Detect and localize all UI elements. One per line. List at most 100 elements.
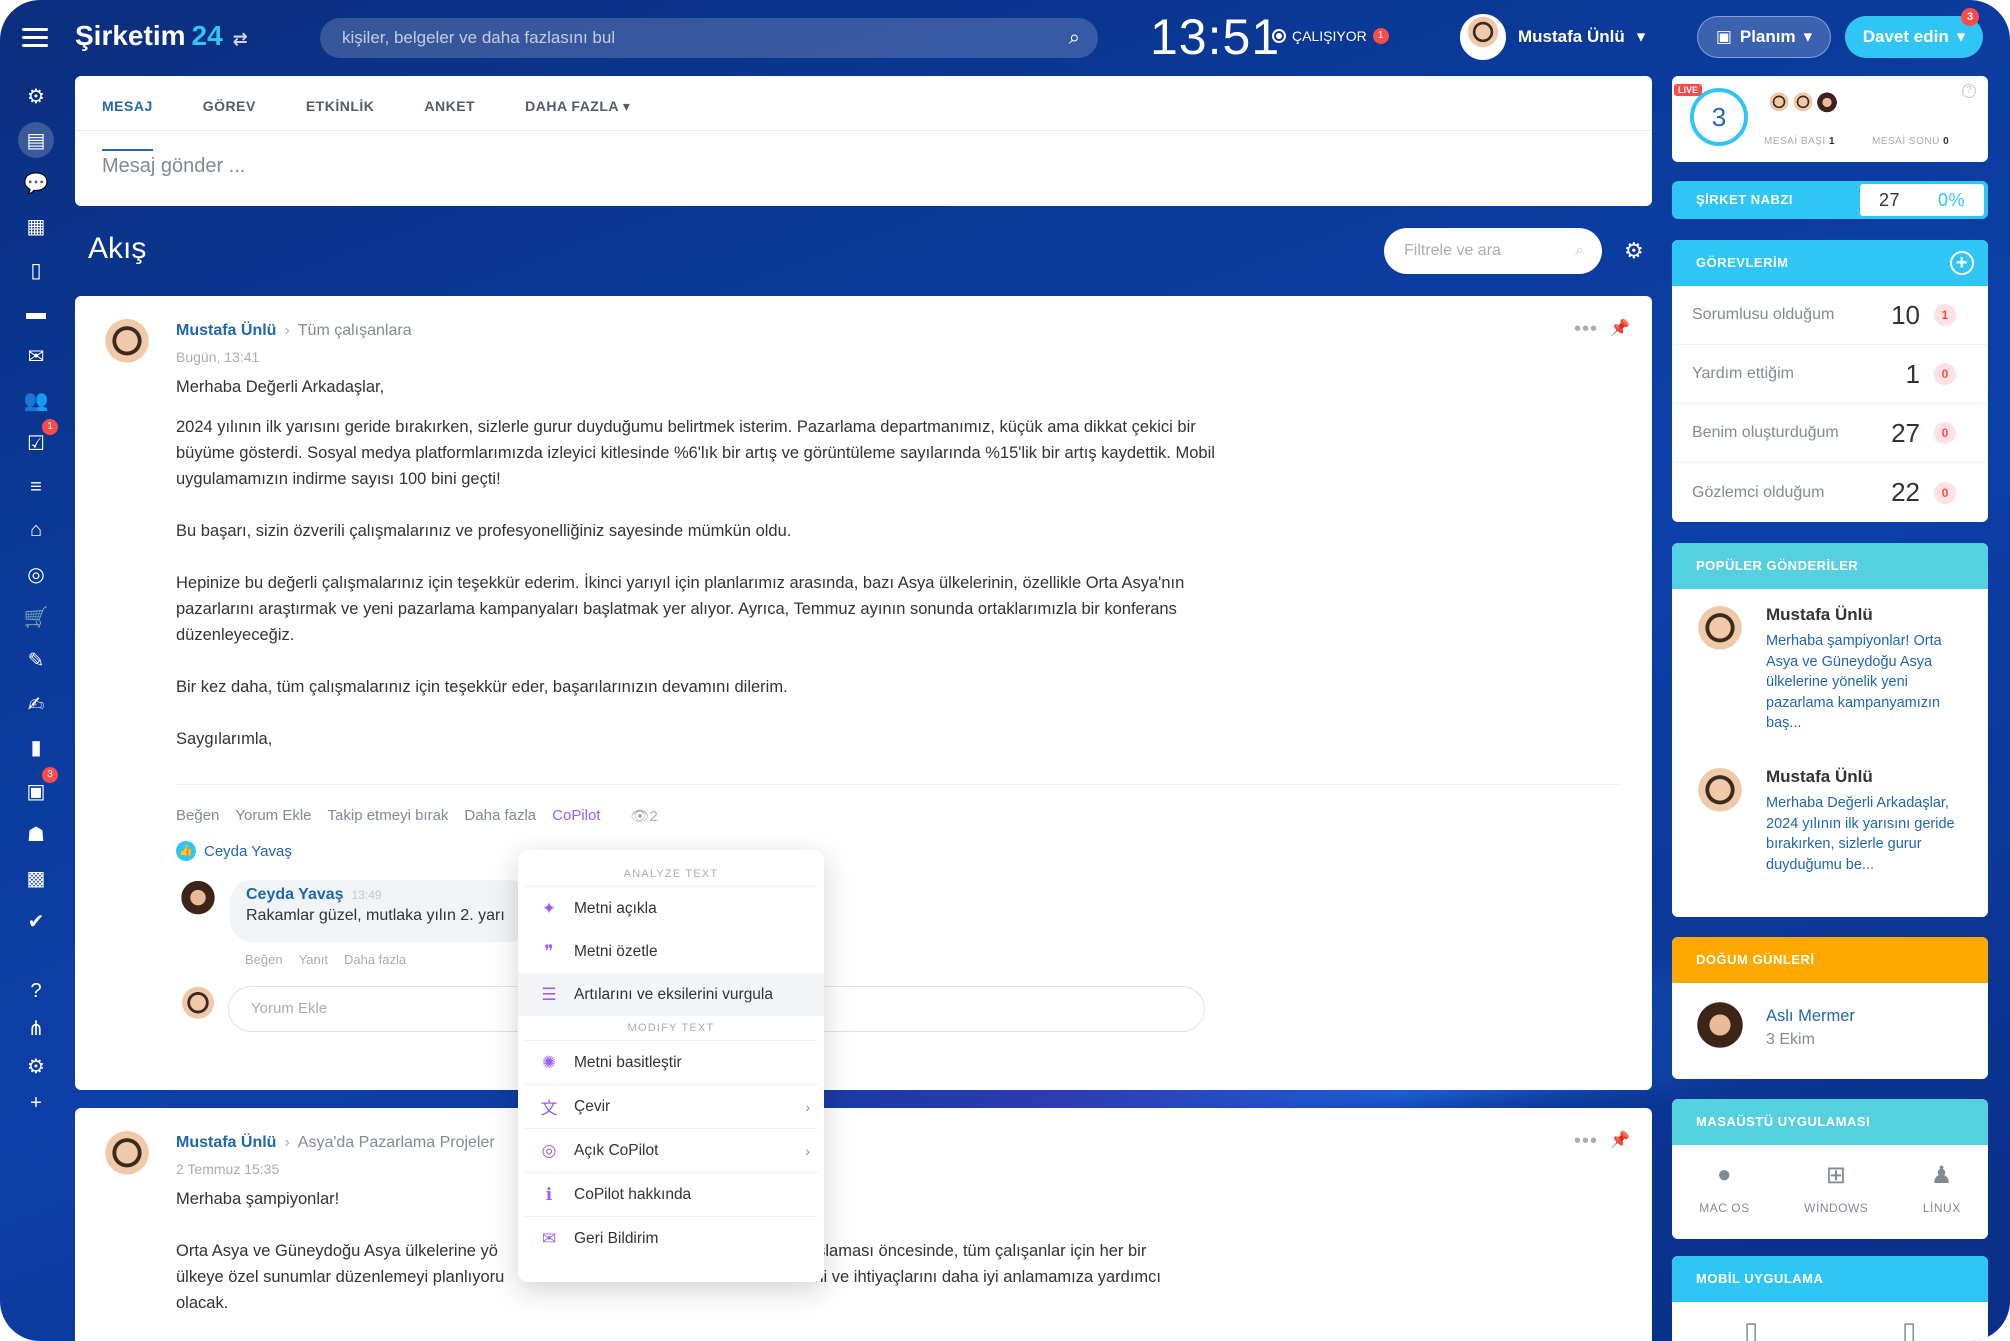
menu-icon[interactable] xyxy=(22,28,48,48)
menu-item-summarize[interactable]: ❞ Metni özetle xyxy=(518,930,824,973)
menu-item-simplify[interactable]: ✺ Metni basitleştir xyxy=(518,1041,824,1084)
birthday-name[interactable]: Aslı Mermer xyxy=(1766,1007,1855,1026)
hierarchy-icon[interactable]: ⋔ xyxy=(18,1010,54,1046)
swap-icon[interactable]: ⇄ xyxy=(233,29,248,49)
settings-icon[interactable]: ⚙ xyxy=(18,1048,54,1084)
sitemap-icon[interactable]: ⚙ xyxy=(18,78,54,114)
pin-icon[interactable]: 📌 xyxy=(1610,318,1630,338)
drive-icon[interactable]: ▬ xyxy=(18,295,54,331)
add-icon[interactable]: + xyxy=(18,1085,54,1121)
pin-icon[interactable]: 📌 xyxy=(1610,1130,1630,1150)
author-name[interactable]: Mustafa Ünlü xyxy=(176,1134,276,1151)
os-label: MAC OS xyxy=(1699,1201,1750,1215)
tasks-icon[interactable]: ☑ 1 xyxy=(18,419,58,461)
tab-task[interactable]: GÖREV xyxy=(203,98,256,130)
chat-icon[interactable]: 💬 xyxy=(18,165,54,201)
copilot-button[interactable]: CoPilot xyxy=(552,807,600,825)
message-input[interactable]: Mesaj gönder ... xyxy=(75,131,1652,202)
menu-item-about[interactable]: ℹ CoPilot hakkında xyxy=(518,1173,824,1216)
more-button[interactable]: Daha fazla xyxy=(464,807,536,825)
post-header: Mustafa Ünlü › Tüm çalışanlara xyxy=(176,322,412,340)
work-status[interactable]: ÇALIŞIYOR 1 xyxy=(1272,28,1389,44)
tab-event[interactable]: ETKİNLİK xyxy=(306,98,375,130)
tab-message[interactable]: MESAJ xyxy=(102,98,153,151)
android-app-icon[interactable]: ▯ xyxy=(1902,1316,1916,1341)
comment-more-button[interactable]: Daha fazla xyxy=(344,952,406,967)
task-badge: 0 xyxy=(1934,422,1956,444)
groups-icon[interactable]: 👥 xyxy=(18,382,54,418)
help-icon[interactable]: ? xyxy=(18,973,54,1009)
tab-poll[interactable]: ANKET xyxy=(424,98,475,130)
popular-post[interactable]: Mustafa Ünlü Merhaba Değerli Arkadaşlar,… xyxy=(1672,751,1988,913)
like-button[interactable]: Beğen xyxy=(176,807,219,825)
comment-reply-button[interactable]: Yanıt xyxy=(299,952,328,967)
post-destination[interactable]: Tüm çalışanlara xyxy=(298,322,412,339)
task-row[interactable]: Sorumlusu olduğum 10 1 xyxy=(1672,286,1988,345)
commenter-avatar[interactable] xyxy=(176,880,220,924)
live-widget[interactable]: LIVE 3 MESAİ BAŞI 1 MESAİ SONU 0 ? xyxy=(1672,76,1988,162)
company-icon[interactable]: ⌂ xyxy=(18,512,54,548)
mail-icon[interactable]: ✉ xyxy=(18,338,54,374)
comment-like-button[interactable]: Beğen xyxy=(245,952,283,967)
search-icon[interactable]: ⌕ xyxy=(1069,18,1080,58)
likes-summary[interactable]: 👍 Ceyda Yavaş xyxy=(176,841,292,861)
sign-icon[interactable]: ✍ xyxy=(18,686,54,722)
company-pulse[interactable]: ŞİRKET NABZI 27 0% xyxy=(1672,181,1988,219)
target-icon[interactable]: ◎ xyxy=(18,556,54,592)
author-name[interactable]: Mustafa Ünlü xyxy=(176,322,276,339)
task-row[interactable]: Yardım ettiğim 1 0 xyxy=(1672,345,1988,404)
document-icon[interactable]: ▯ xyxy=(18,252,54,288)
add-comment-button[interactable]: Yorum Ekle xyxy=(235,807,311,825)
popular-text[interactable]: Merhaba Değerli Arkadaşlar, 2024 yılının… xyxy=(1766,793,1972,875)
tab-more[interactable]: DAHA FAZLA ▾ xyxy=(525,98,630,130)
more-icon[interactable]: ••• xyxy=(1574,318,1598,341)
search-input[interactable]: kişiler, belgeler ve daha fazlasını bul … xyxy=(320,18,1098,58)
post-paragraph: Bu başarı, sizin özverili çalışmalarınız… xyxy=(176,522,792,540)
popular-post[interactable]: Mustafa Ünlü Merhaba şampiyonlar! Orta A… xyxy=(1672,589,1988,751)
box-icon[interactable]: ▩ xyxy=(18,860,54,896)
feed-icon[interactable]: ▤ xyxy=(18,122,54,158)
more-icon[interactable]: ••• xyxy=(1574,1130,1598,1153)
shift-end-label: MESAİ SONU 0 xyxy=(1872,136,1949,147)
edit-icon[interactable]: ✎ xyxy=(18,642,54,678)
divider xyxy=(176,784,1622,785)
check-circle-icon[interactable]: ✔ xyxy=(18,903,54,939)
plan-button[interactable]: ▣ Planım ▾ xyxy=(1697,16,1831,58)
menu-item-translate[interactable]: 文 Çevir › xyxy=(518,1085,824,1128)
analytics-icon[interactable]: ▮ xyxy=(18,729,54,765)
label-text: MESAİ BAŞI xyxy=(1764,136,1826,147)
calendar-icon[interactable]: ▦ xyxy=(18,208,54,244)
author-avatar[interactable] xyxy=(97,318,157,378)
cart-icon[interactable]: 🛒 xyxy=(18,599,54,635)
linux-download[interactable]: ♟ LİNUX xyxy=(1923,1161,1961,1215)
add-task-icon[interactable]: + xyxy=(1950,251,1974,275)
menu-item-explain[interactable]: ✦ Metni açıkla xyxy=(518,887,824,930)
task-row[interactable]: Gözlemci olduğum 22 0 xyxy=(1672,463,1988,522)
os-label: WİNDOWS xyxy=(1804,1201,1869,1215)
feed-settings-icon[interactable]: ⚙ xyxy=(1624,238,1644,264)
menu-item-open-copilot[interactable]: ◎ Açık CoPilot › xyxy=(518,1129,824,1172)
commenter-name[interactable]: Ceyda Yavaş xyxy=(246,886,344,903)
menu-item-pros-cons[interactable]: ☰ Artılarını ve eksilerini vurgula xyxy=(518,973,824,1016)
birthday-avatar[interactable] xyxy=(1690,1001,1750,1061)
filter-search-input[interactable]: Filtrele ve ara ⌕ xyxy=(1384,228,1602,274)
feed-title: Akış xyxy=(88,232,147,265)
windows-download[interactable]: ⊞ WİNDOWS xyxy=(1804,1161,1868,1215)
mac-download[interactable]: ● MAC OS xyxy=(1699,1161,1749,1215)
chevron-right-icon: › xyxy=(284,1134,290,1151)
task-row[interactable]: Benim oluşturduğum 27 0 xyxy=(1672,404,1988,463)
liker-name[interactable]: Ceyda Yavaş xyxy=(204,843,292,860)
invite-button[interactable]: Davet edin ▾ 3 xyxy=(1845,8,1983,58)
user-menu[interactable]: Mustafa Ünlü ▾ xyxy=(1460,14,1645,60)
ios-app-icon[interactable]: ▯ xyxy=(1744,1316,1758,1341)
post-destination[interactable]: Asya'da Pazarlama Projeler xyxy=(298,1134,495,1151)
menu-item-feedback[interactable]: ✉ Geri Bildirim xyxy=(518,1217,824,1260)
logo[interactable]: Şirketim 24 ⇄ xyxy=(75,20,248,52)
filter-icon[interactable]: ≡ xyxy=(18,469,54,505)
unfollow-button[interactable]: Takip etmeyi bırak xyxy=(328,807,449,825)
help-icon[interactable]: ? xyxy=(1962,84,1976,98)
contacts-icon[interactable]: ▣ 3 xyxy=(18,767,58,809)
author-avatar[interactable] xyxy=(97,1130,157,1190)
robot-icon[interactable]: ☗ xyxy=(18,816,54,852)
popular-text[interactable]: Merhaba şampiyonlar! Orta Asya ve Güneyd… xyxy=(1766,631,1972,734)
